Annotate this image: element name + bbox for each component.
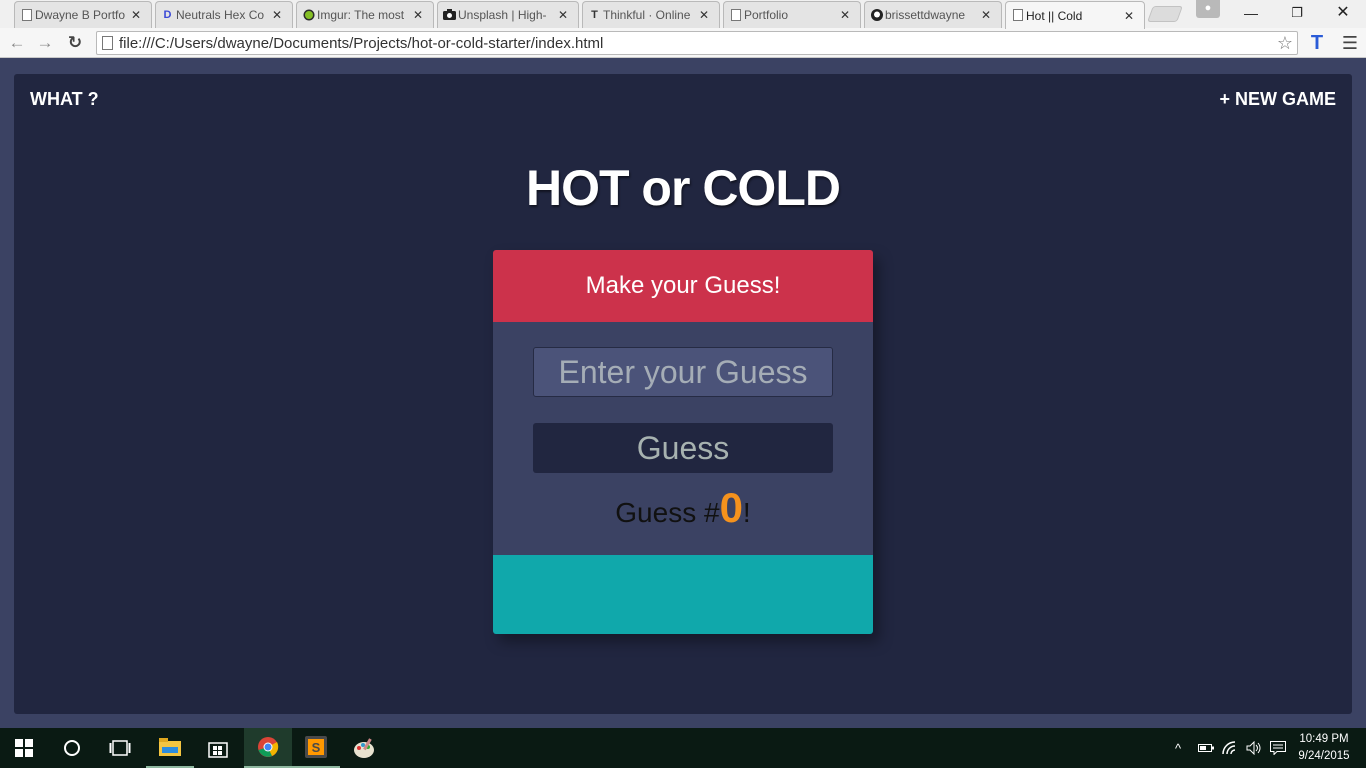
close-tab-icon[interactable]: ✕	[838, 8, 852, 22]
browser-tab-2[interactable]: Imgur: The most ✕	[296, 1, 434, 28]
file-explorer-icon[interactable]	[146, 728, 194, 768]
system-clock[interactable]: 10:49 PM 9/24/2015	[1296, 731, 1352, 765]
guess-counter: Guess #0!	[493, 484, 873, 532]
page-icon	[729, 8, 742, 21]
browser-tabstrip: Dwayne B Portfo ✕ D Neutrals Hex Co ✕ Im…	[0, 0, 1366, 29]
hamburger-menu-icon[interactable]: ☰	[1338, 31, 1362, 55]
battery-icon[interactable]	[1198, 728, 1214, 768]
svg-text:S: S	[312, 740, 321, 755]
page-icon	[102, 36, 113, 50]
profile-icon[interactable]: ●	[1196, 0, 1220, 18]
page-viewport: WHAT ? + NEW GAME HOT or COLD Make your …	[0, 59, 1366, 728]
what-link[interactable]: WHAT ?	[30, 89, 99, 110]
page-icon	[1011, 8, 1024, 21]
browser-tab-5[interactable]: Portfolio ✕	[723, 1, 861, 28]
close-tab-icon[interactable]: ✕	[411, 8, 425, 22]
close-window-icon[interactable]: ✕	[1320, 0, 1366, 28]
guess-history-area	[493, 555, 873, 634]
close-tab-icon[interactable]: ✕	[556, 8, 570, 22]
browser-tab-1[interactable]: D Neutrals Hex Co ✕	[155, 1, 293, 28]
volume-icon[interactable]	[1246, 728, 1262, 768]
clock-date: 9/24/2015	[1298, 750, 1350, 762]
guess-count-suffix: !	[742, 497, 751, 528]
guess-input[interactable]	[533, 347, 833, 397]
d-logo-icon: D	[163, 8, 172, 21]
clock-time: 10:49 PM	[1299, 733, 1349, 745]
page-icon	[20, 8, 33, 21]
close-tab-icon[interactable]: ✕	[129, 8, 143, 22]
github-icon	[870, 8, 883, 21]
close-tab-icon[interactable]: ✕	[979, 8, 993, 22]
browser-tab-4[interactable]: T Thinkful · Online ✕	[582, 1, 720, 28]
guess-count: 0	[719, 484, 743, 531]
thinkful-icon: T	[591, 8, 598, 21]
guess-form: Guess Guess #0!	[493, 322, 873, 555]
show-hidden-icons-icon[interactable]: ^	[1175, 728, 1181, 768]
taskbar: S ^ 10:49 PM 9/24/2015	[0, 728, 1366, 768]
close-tab-icon[interactable]: ✕	[270, 8, 284, 22]
paint-icon[interactable]	[340, 728, 388, 768]
camera-icon	[443, 8, 456, 21]
cortana-search-icon[interactable]	[48, 728, 96, 768]
browser-tab-active[interactable]: Hot || Cold ✕	[1005, 1, 1145, 29]
browser-tab-0[interactable]: Dwayne B Portfo ✕	[14, 1, 152, 28]
thinkful-extension-icon[interactable]: T	[1305, 31, 1329, 55]
game-card: Make your Guess! Guess Guess #0!	[493, 250, 873, 634]
task-view-icon[interactable]	[96, 728, 144, 768]
action-center-icon[interactable]	[1270, 728, 1286, 768]
windows-start-icon[interactable]	[0, 728, 48, 768]
browser-tab-6[interactable]: brissettdwayne ✕	[864, 1, 1002, 28]
page-title: HOT or COLD	[526, 160, 841, 216]
url-input[interactable]	[119, 33, 1269, 53]
minimize-icon[interactable]: —	[1228, 0, 1274, 28]
sublime-text-icon[interactable]: S	[292, 728, 340, 768]
close-tab-icon[interactable]: ✕	[697, 8, 711, 22]
close-tab-icon[interactable]: ✕	[1122, 9, 1136, 23]
reload-icon[interactable]: ↻	[64, 32, 86, 54]
chrome-icon[interactable]	[244, 728, 292, 768]
back-arrow-icon[interactable]: ←	[6, 32, 28, 54]
store-icon[interactable]	[194, 728, 242, 768]
browser-toolbar: ← → ↻ ☆ T ☰	[0, 28, 1366, 58]
bookmark-star-icon[interactable]: ☆	[1277, 32, 1293, 54]
new-tab-button[interactable]	[1147, 6, 1183, 22]
game-container: WHAT ? + NEW GAME HOT or COLD Make your …	[14, 74, 1352, 714]
guess-button[interactable]: Guess	[533, 423, 833, 473]
forward-arrow-icon[interactable]: →	[34, 32, 56, 54]
new-game-link[interactable]: + NEW GAME	[1219, 89, 1336, 110]
feedback-banner: Make your Guess!	[493, 250, 873, 322]
guess-count-prefix: Guess #	[615, 497, 720, 528]
address-bar[interactable]: ☆	[96, 31, 1298, 55]
browser-tab-3[interactable]: Unsplash | High- ✕	[437, 1, 579, 28]
restore-icon[interactable]: ❐	[1274, 0, 1320, 28]
imgur-icon	[302, 8, 315, 21]
wifi-icon[interactable]	[1222, 728, 1238, 768]
